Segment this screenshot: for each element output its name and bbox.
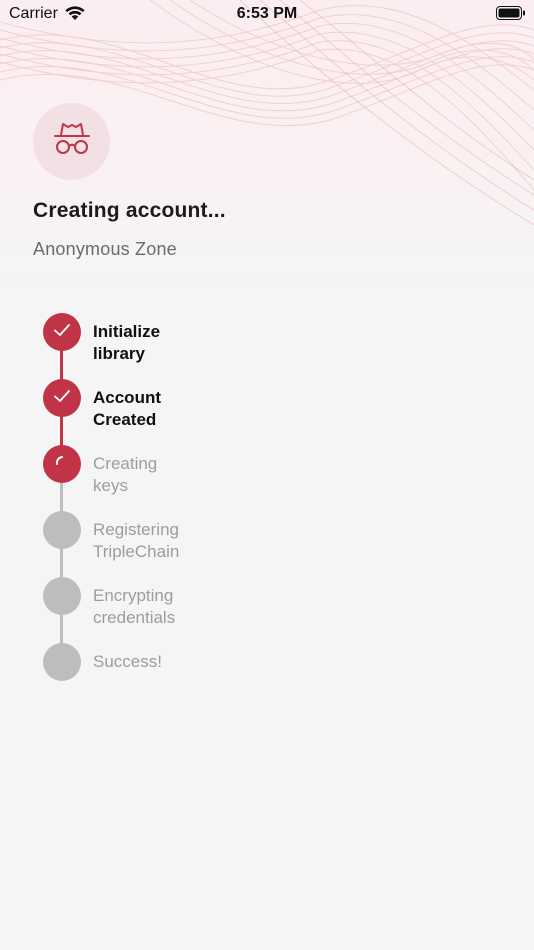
step-label: Creating keys (93, 454, 158, 495)
step-connector (60, 349, 63, 381)
incognito-icon (52, 121, 92, 162)
status-bar: Carrier 6:53 PM (0, 0, 534, 28)
step-label: Encrypting credentials (93, 586, 176, 627)
step-connector (60, 547, 63, 579)
step-connector (60, 481, 63, 513)
step-in-progress-indicator (43, 445, 81, 483)
battery-icon (496, 6, 526, 25)
step-label: Initialize library (93, 322, 161, 363)
incognito-avatar (33, 103, 110, 180)
checkmark-icon (53, 389, 71, 408)
step-label: Success! (93, 652, 162, 671)
step-done-indicator (43, 313, 81, 351)
step-pending-indicator (43, 511, 81, 549)
create-account-screen: Carrier 6:53 PM Creating account... Anon… (0, 0, 534, 950)
step-connector (60, 613, 63, 645)
page-subtitle: Anonymous Zone (33, 239, 177, 259)
spinner-icon (52, 452, 72, 477)
step-done-indicator (43, 379, 81, 417)
step-label: Account Created (93, 388, 161, 429)
status-time: 6:53 PM (236, 5, 298, 22)
checkmark-icon (53, 323, 71, 342)
step-connector (60, 415, 63, 447)
page-title: Creating account... (33, 199, 226, 222)
step-pending-indicator (43, 643, 81, 681)
step-label: Registering TripleChain (93, 520, 180, 561)
step-pending-indicator (43, 577, 81, 615)
